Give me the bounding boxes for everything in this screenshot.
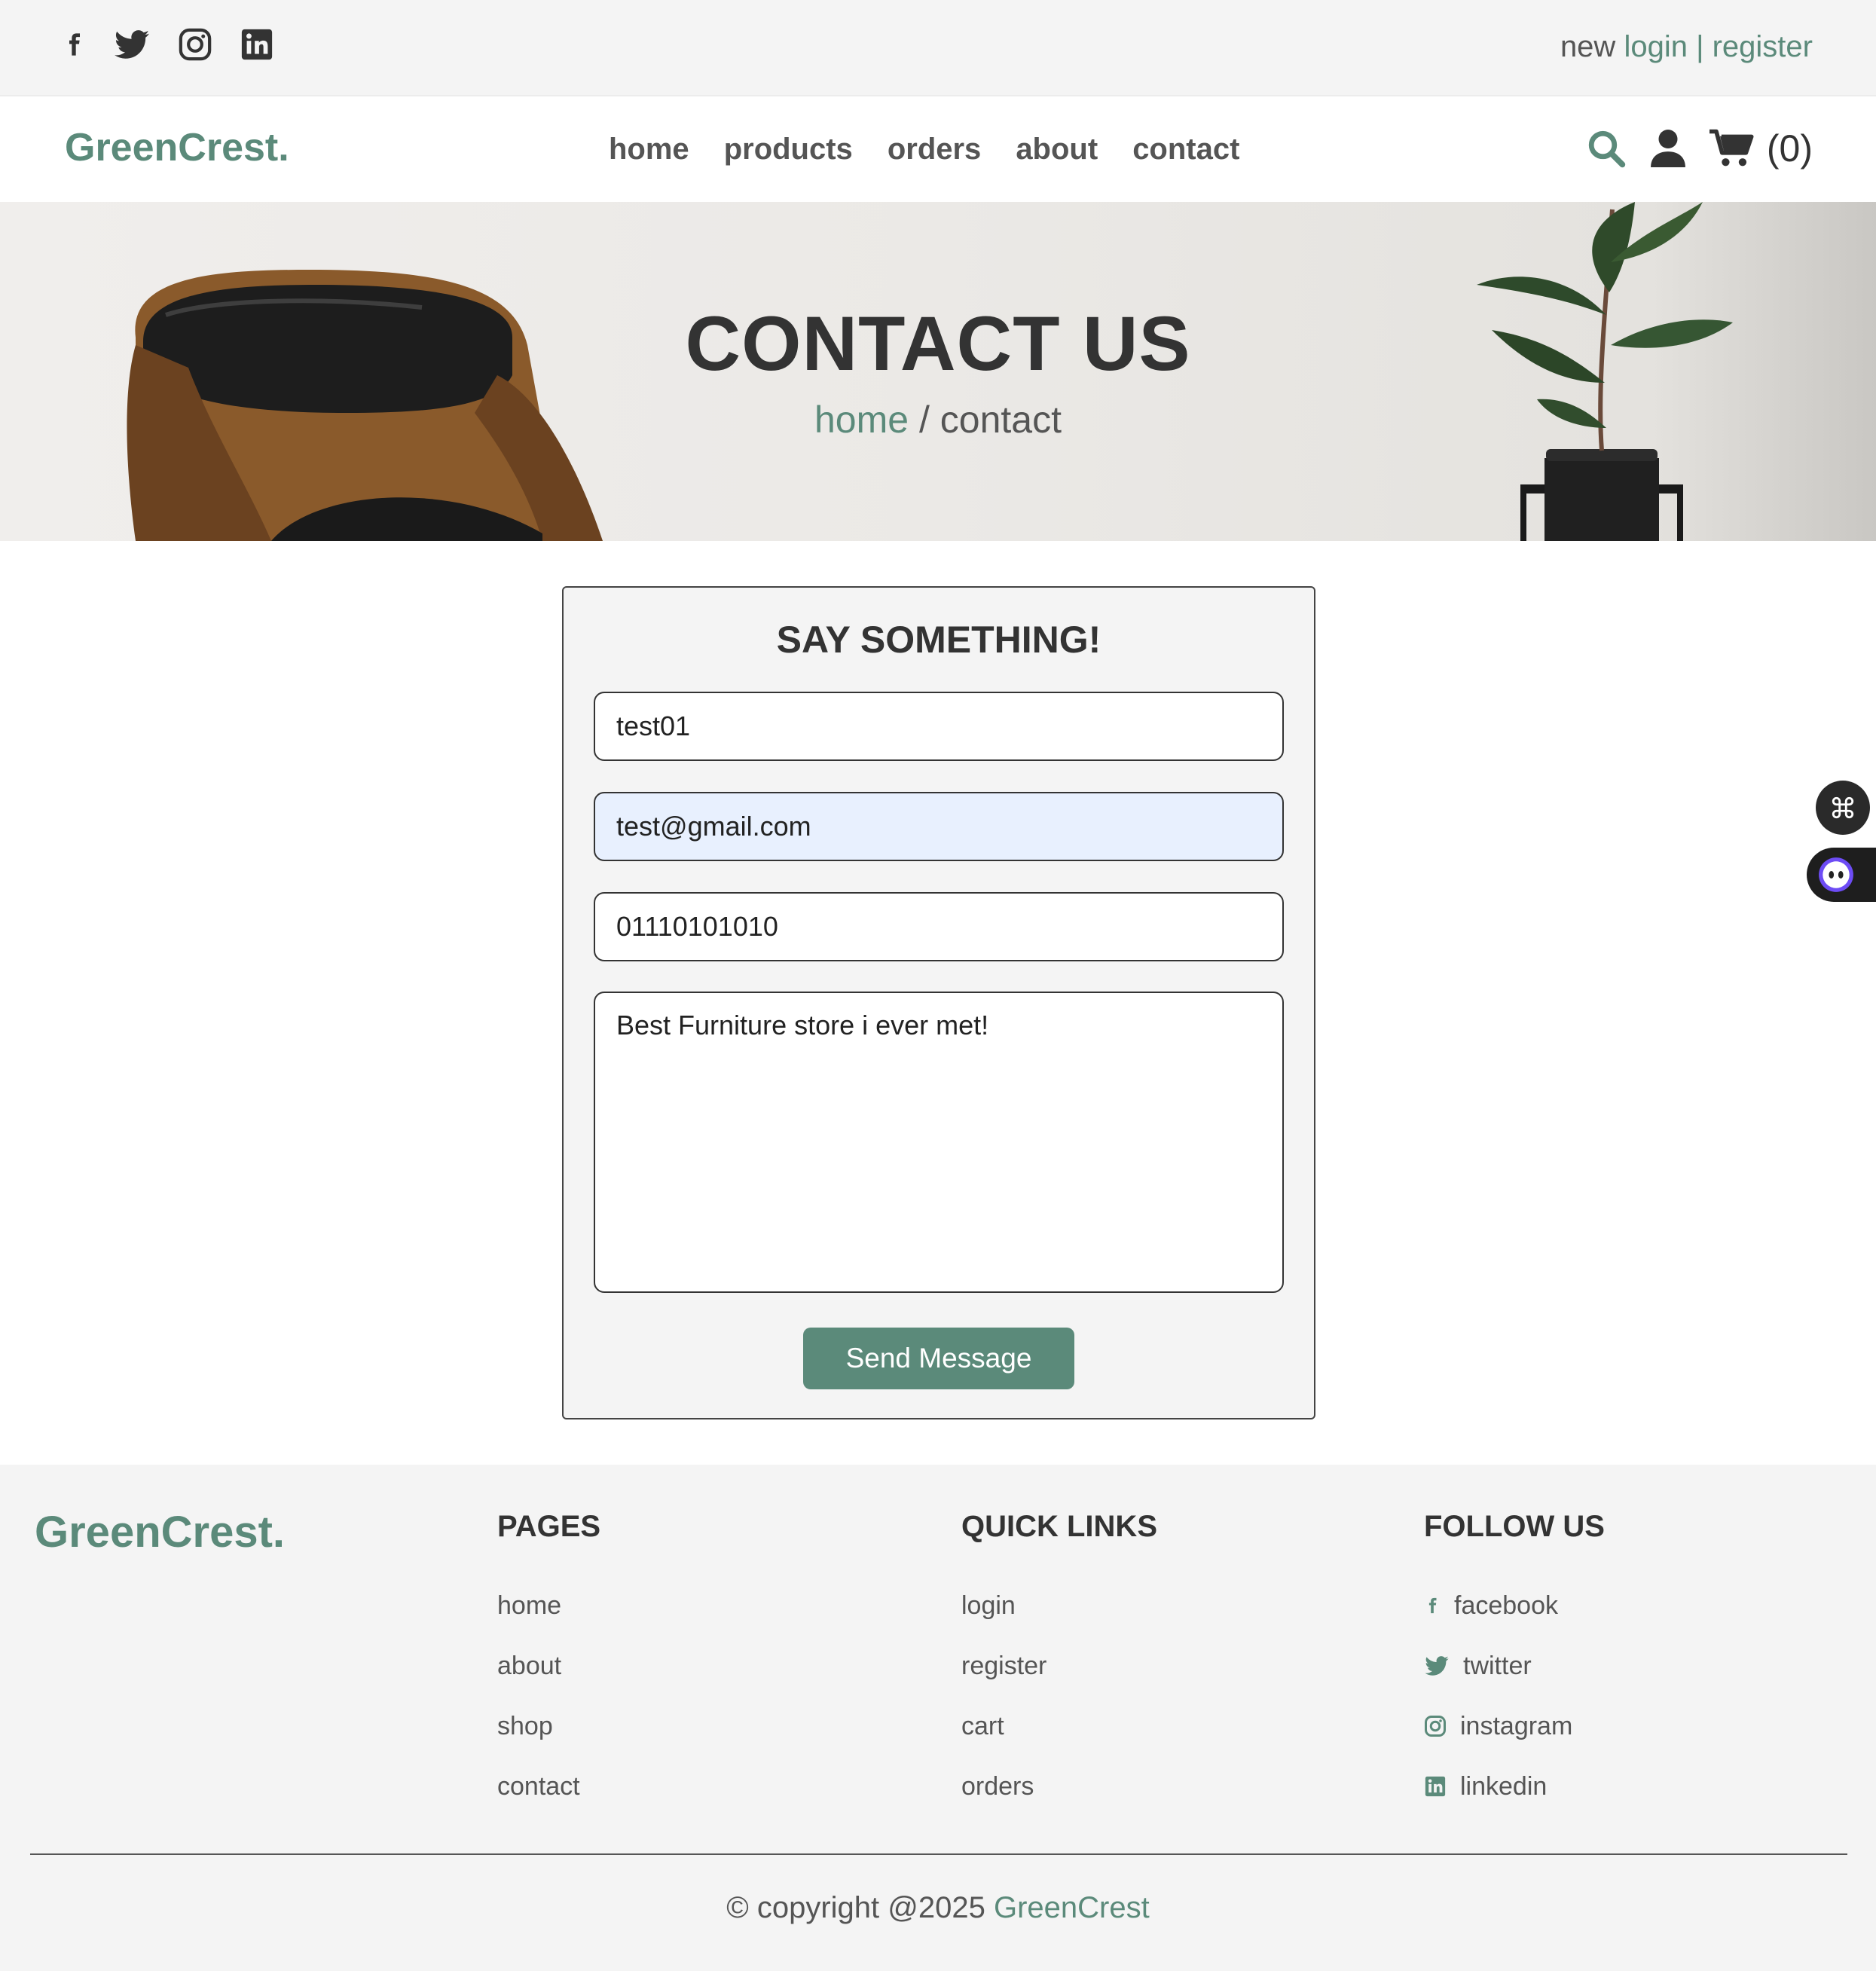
email-input[interactable] [594,792,1284,861]
main-nav: home products orders about contact [609,133,1239,167]
form-title: SAY SOMETHING! [776,619,1101,661]
footer-link-contact[interactable]: contact [497,1756,600,1817]
name-input[interactable] [594,692,1284,761]
cart-count: (0) [1766,127,1813,170]
instagram-link[interactable] [178,26,212,63]
phone-input[interactable] [594,892,1284,961]
nav-about[interactable]: about [1016,133,1098,167]
footer-link-login[interactable]: login [961,1575,1157,1636]
facebook-icon [1428,1597,1437,1614]
contact-form: SAY SOMETHING! Best Furniture store i ev… [562,586,1315,1419]
header-actions: (0) [1586,127,1813,170]
hero-banner: CONTACT US home / contact [0,202,1876,541]
register-link[interactable]: register [1713,30,1813,63]
pages-title: PAGES [497,1510,601,1543]
footer-twitter-link[interactable]: twitter [1424,1636,1605,1696]
copyright: © copyright @2025 GreenCrest [0,1891,1876,1925]
footer-facebook-link[interactable]: facebook [1424,1575,1605,1636]
linkedin-icon [241,29,273,60]
facebook-icon [69,33,80,56]
social-links [62,26,274,63]
footer-link-register[interactable]: register [961,1636,1157,1696]
search-icon[interactable] [1586,128,1627,169]
breadcrumb-current: contact [940,399,1062,441]
linkedin-icon [1425,1776,1446,1797]
facebook-link[interactable] [62,26,86,63]
footer-link-home[interactable]: home [497,1575,600,1636]
footer-pages: PAGES home about shop contact [497,1510,600,1817]
linkedin-label: linkedin [1460,1771,1548,1801]
footer-logo[interactable]: GreenCrest. [35,1507,285,1557]
instagram-icon [1425,1716,1446,1737]
login-link[interactable]: login [1624,30,1688,63]
quick-links-title: QUICK LINKS [961,1510,1157,1543]
nav-orders[interactable]: orders [888,133,982,167]
floating-assistant-button[interactable] [1807,848,1876,902]
auth-prefix: new [1560,30,1616,63]
main-header: GreenCrest. home products orders about c… [0,98,1876,202]
footer-linkedin-link[interactable]: linkedin [1424,1756,1605,1817]
copyright-text: © copyright @2025 [726,1891,985,1924]
twitter-link[interactable] [113,26,151,63]
facebook-label: facebook [1454,1591,1558,1620]
send-message-button[interactable]: Send Message [803,1328,1074,1389]
command-icon [1832,796,1854,819]
twitter-icon [115,30,149,59]
auth-separator: | [1696,30,1704,63]
footer-link-cart[interactable]: cart [961,1696,1157,1756]
site-footer: GreenCrest. PAGES home about shop contac… [0,1465,1876,1971]
instagram-icon [179,28,212,61]
linkedin-link[interactable] [240,26,274,63]
breadcrumb-separator: / [909,399,940,441]
instagram-label: instagram [1460,1711,1573,1740]
top-bar: new login | register [0,0,1876,96]
breadcrumb-home[interactable]: home [814,399,909,441]
nav-products[interactable]: products [724,133,853,167]
message-textarea[interactable]: Best Furniture store i ever met! [594,992,1284,1293]
footer-link-about[interactable]: about [497,1636,600,1696]
follow-title: FOLLOW US [1424,1510,1605,1543]
auth-links: new login | register [1560,30,1813,64]
user-icon[interactable] [1649,127,1687,170]
brand-logo[interactable]: GreenCrest. [65,125,289,170]
footer-link-orders[interactable]: orders [961,1756,1157,1817]
page-title: CONTACT US [685,301,1191,387]
breadcrumb: home / contact [0,398,1876,442]
twitter-label: twitter [1463,1651,1532,1680]
footer-quick-links: QUICK LINKS login register cart orders [961,1510,1157,1817]
floating-command-button[interactable] [1816,781,1870,835]
footer-instagram-link[interactable]: instagram [1424,1696,1605,1756]
nav-home[interactable]: home [609,133,689,167]
copyright-brand: GreenCrest [993,1891,1150,1924]
footer-divider [30,1853,1847,1855]
twitter-icon [1425,1656,1449,1676]
assistant-icon [1819,857,1853,892]
cart-icon[interactable] [1709,128,1755,169]
footer-link-shop[interactable]: shop [497,1696,600,1756]
nav-contact[interactable]: contact [1132,133,1239,167]
footer-follow: FOLLOW US facebook twitter instagram lin… [1424,1510,1605,1817]
